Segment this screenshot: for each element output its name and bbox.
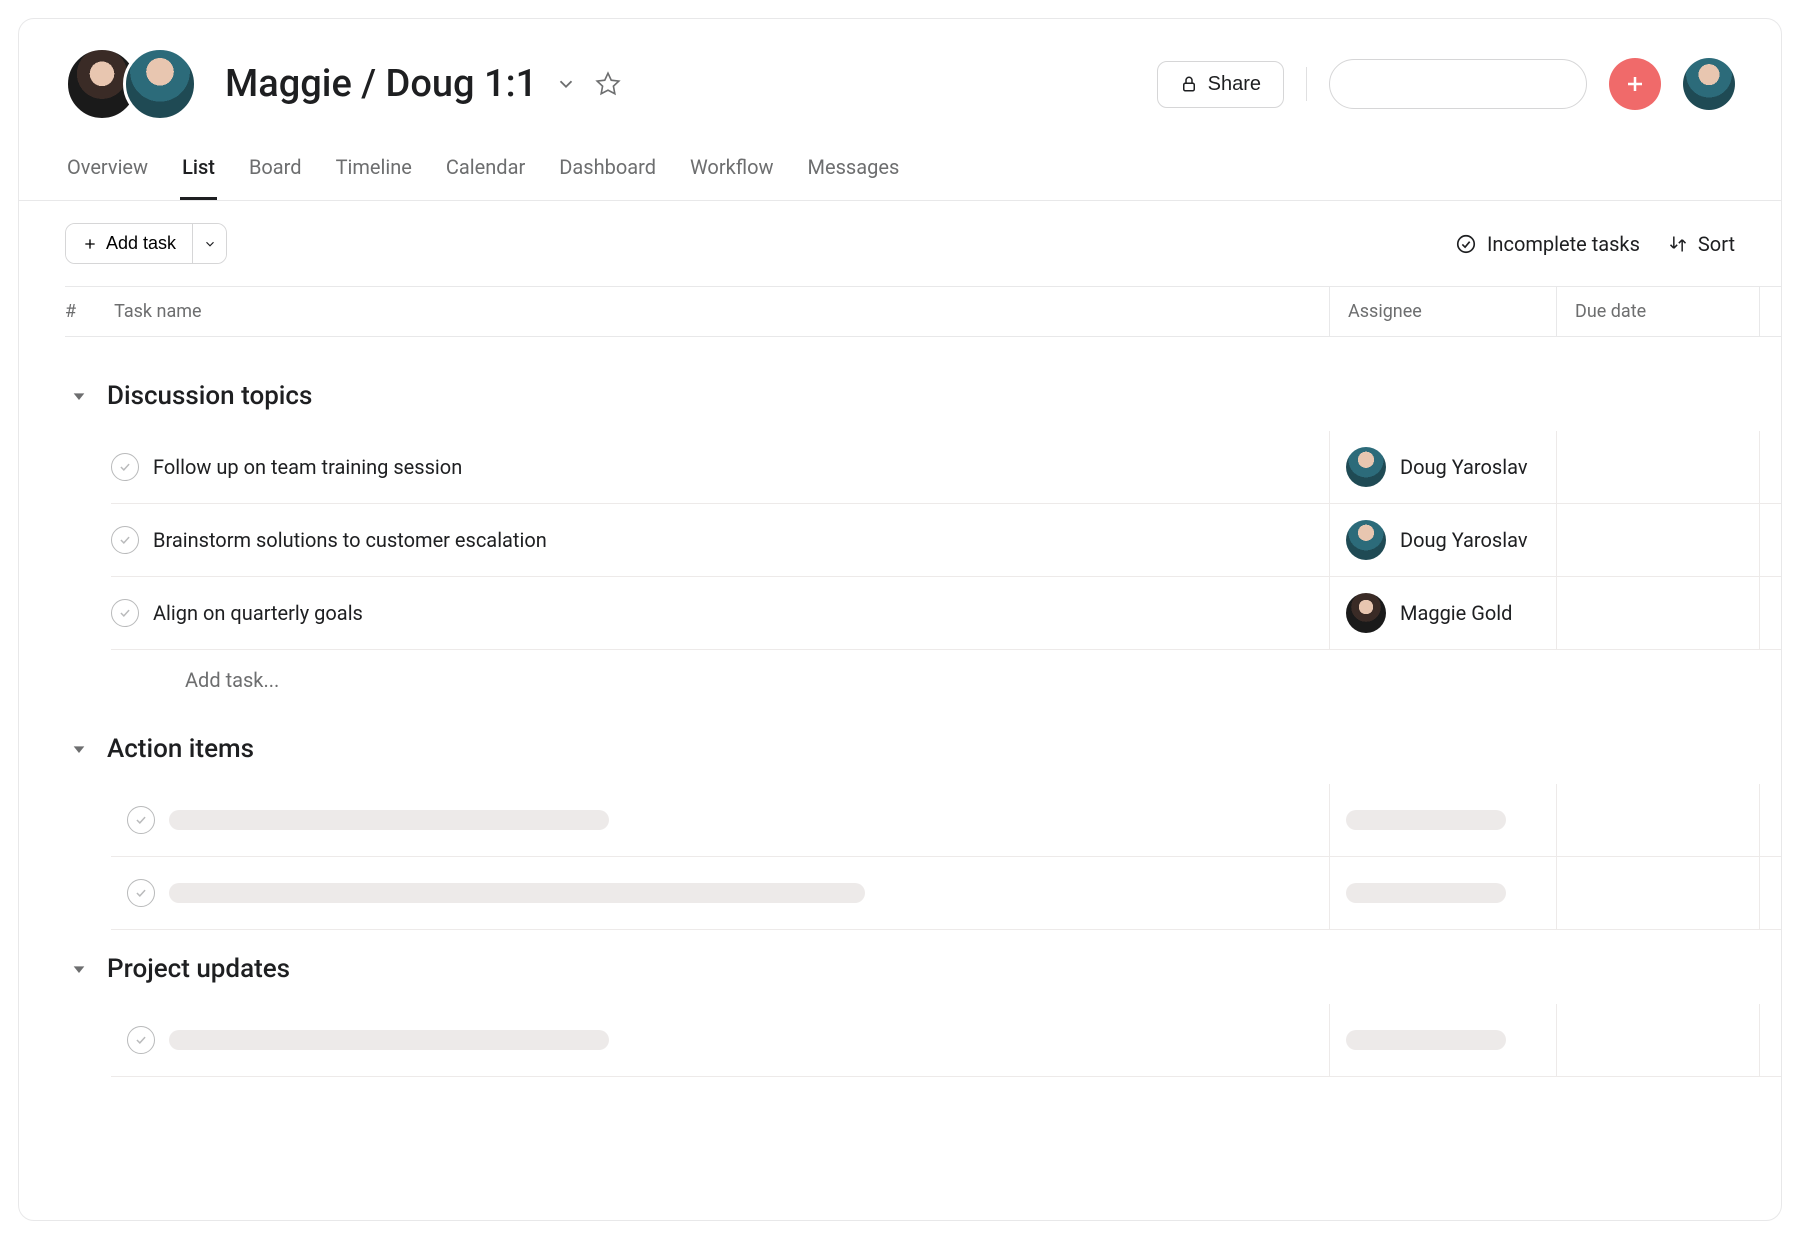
complete-toggle[interactable]: [111, 453, 139, 481]
complete-toggle[interactable]: [127, 1026, 155, 1054]
check-icon: [134, 813, 148, 827]
col-name: Task name: [114, 301, 201, 322]
assignee-name: Doug Yaroslav: [1400, 528, 1528, 552]
collapse-toggle[interactable]: [65, 382, 93, 410]
plus-icon: [1623, 72, 1647, 96]
assignee-avatar: [1346, 593, 1386, 633]
due-date-cell[interactable]: [1557, 577, 1760, 649]
check-icon: [134, 886, 148, 900]
check-icon: [118, 460, 132, 474]
task-row-skeleton: [111, 784, 1781, 857]
tab-timeline[interactable]: Timeline: [334, 155, 414, 200]
filter-incomplete[interactable]: Incomplete tasks: [1455, 232, 1640, 256]
task-row[interactable]: Align on quarterly goals Maggie Gold: [111, 577, 1781, 650]
col-index: #: [65, 301, 76, 322]
favorite-button[interactable]: [595, 71, 621, 97]
task-row-skeleton: [111, 1004, 1781, 1077]
check-icon: [118, 533, 132, 547]
add-task-inline[interactable]: Add task...: [65, 650, 1781, 710]
skeleton-text: [1346, 1030, 1506, 1050]
triangle-down-icon: [71, 388, 87, 404]
assignee-avatar: [1346, 520, 1386, 560]
col-due: Due date: [1557, 287, 1760, 336]
chevron-down-icon: [203, 237, 217, 251]
task-name: Brainstorm solutions to customer escalat…: [153, 528, 547, 552]
skeleton-text: [1346, 883, 1506, 903]
share-label: Share: [1208, 73, 1261, 96]
tab-board[interactable]: Board: [247, 155, 304, 200]
section-header-updates: Project updates: [65, 930, 1781, 1004]
check-icon: [118, 606, 132, 620]
sort-icon: [1668, 234, 1688, 254]
triangle-down-icon: [71, 741, 87, 757]
skeleton-text: [1346, 810, 1506, 830]
sort-label: Sort: [1698, 232, 1735, 256]
section-title: Discussion topics: [107, 381, 312, 411]
task-row[interactable]: Follow up on team training session Doug …: [111, 431, 1781, 504]
complete-toggle[interactable]: [111, 599, 139, 627]
tab-list[interactable]: List: [180, 155, 217, 200]
current-user-avatar[interactable]: [1683, 58, 1735, 110]
tab-dashboard[interactable]: Dashboard: [557, 155, 658, 200]
section-header-action: Action items: [65, 710, 1781, 784]
search-box[interactable]: [1329, 59, 1587, 109]
star-icon: [595, 71, 621, 97]
task-name: Follow up on team training session: [153, 455, 462, 479]
tab-workflow[interactable]: Workflow: [688, 155, 776, 200]
check-icon: [134, 1033, 148, 1047]
add-task-dropdown[interactable]: [192, 224, 226, 263]
task-name: Align on quarterly goals: [153, 601, 363, 625]
filter-label: Incomplete tasks: [1487, 232, 1640, 256]
project-title: Maggie / Doug 1:1: [225, 62, 537, 106]
toolbar: Add task Incomplete tasks Sort: [19, 201, 1781, 286]
section-title: Action items: [107, 734, 254, 764]
avatar-doug: [123, 47, 197, 121]
search-input[interactable]: [1358, 74, 1590, 95]
project-members-avatars[interactable]: [65, 47, 197, 121]
task-list: Discussion topics Follow up on team trai…: [19, 337, 1781, 1077]
due-date-cell[interactable]: [1557, 504, 1760, 576]
skeleton-text: [169, 1030, 609, 1050]
task-row-skeleton: [111, 857, 1781, 930]
tab-overview[interactable]: Overview: [65, 155, 150, 200]
complete-toggle[interactable]: [127, 879, 155, 907]
project-header: Maggie / Doug 1:1 Share: [19, 19, 1781, 121]
plus-icon: [82, 236, 98, 252]
section-header-discussion: Discussion topics: [65, 357, 1781, 431]
col-assignee: Assignee: [1330, 287, 1557, 336]
share-button[interactable]: Share: [1157, 61, 1284, 108]
section-title: Project updates: [107, 954, 290, 984]
col-extra: [1760, 287, 1782, 336]
add-task-label: Add task: [106, 233, 176, 254]
extra-cell: [1760, 431, 1782, 503]
assignee-name: Maggie Gold: [1400, 601, 1512, 625]
triangle-down-icon: [71, 961, 87, 977]
lock-icon: [1180, 75, 1198, 93]
divider: [1306, 67, 1307, 101]
project-menu-button[interactable]: [555, 73, 577, 95]
complete-toggle[interactable]: [111, 526, 139, 554]
skeleton-text: [169, 883, 865, 903]
extra-cell: [1760, 577, 1782, 649]
tab-messages[interactable]: Messages: [806, 155, 902, 200]
extra-cell: [1760, 504, 1782, 576]
complete-toggle[interactable]: [127, 806, 155, 834]
sort-button[interactable]: Sort: [1668, 232, 1735, 256]
create-button[interactable]: [1609, 58, 1661, 110]
collapse-toggle[interactable]: [65, 735, 93, 763]
due-date-cell[interactable]: [1557, 431, 1760, 503]
project-tabs: Overview List Board Timeline Calendar Da…: [19, 155, 1781, 201]
add-task-button[interactable]: Add task: [66, 224, 192, 263]
assignee-avatar: [1346, 447, 1386, 487]
check-circle-icon: [1455, 233, 1477, 255]
table-header: # Task name Assignee Due date: [65, 286, 1781, 337]
tab-calendar[interactable]: Calendar: [444, 155, 527, 200]
task-row[interactable]: Brainstorm solutions to customer escalat…: [111, 504, 1781, 577]
assignee-name: Doug Yaroslav: [1400, 455, 1528, 479]
collapse-toggle[interactable]: [65, 955, 93, 983]
skeleton-text: [169, 810, 609, 830]
chevron-down-icon: [555, 73, 577, 95]
add-task-group: Add task: [65, 223, 227, 264]
